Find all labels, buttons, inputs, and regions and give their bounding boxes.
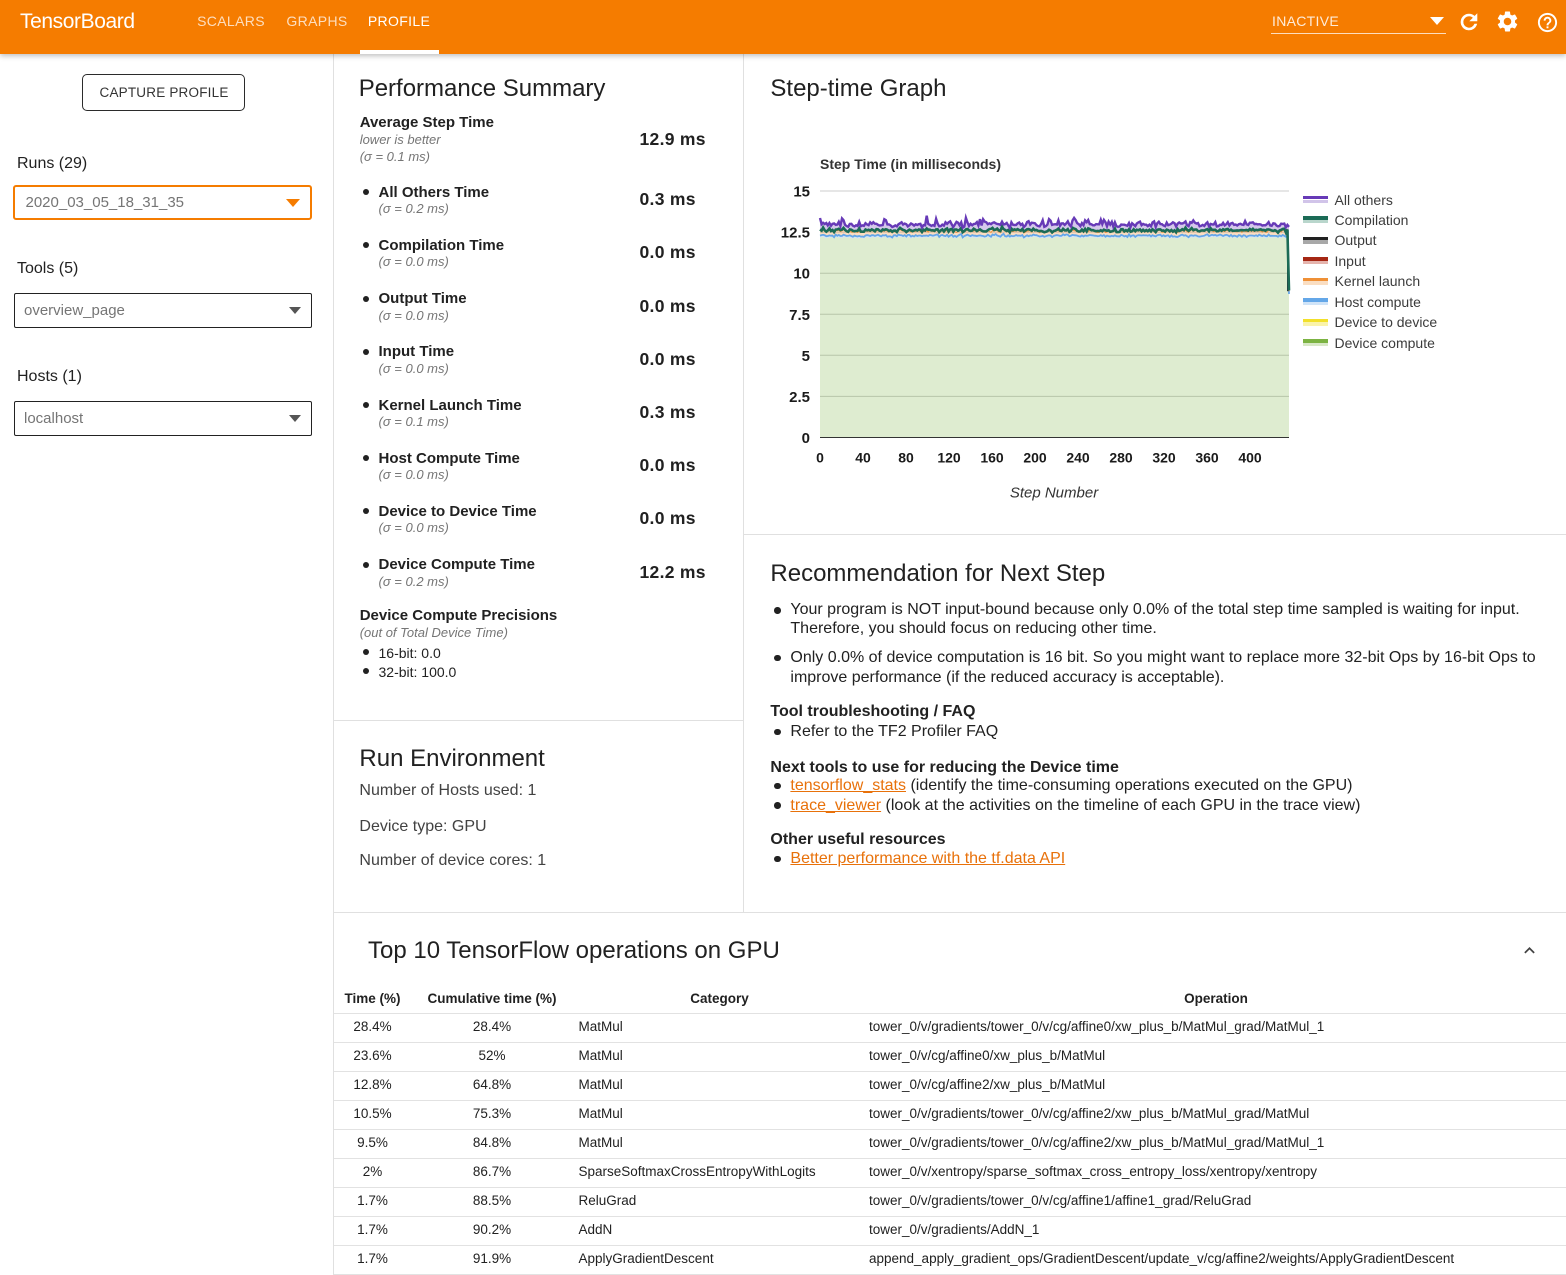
svg-text:320: 320	[1152, 450, 1176, 466]
svg-text:280: 280	[1109, 450, 1133, 466]
svg-text:2.5: 2.5	[789, 389, 810, 406]
svg-text:120: 120	[937, 450, 961, 466]
svg-text:0: 0	[816, 450, 824, 466]
svg-text:400: 400	[1238, 450, 1262, 466]
svg-text:Step Time (in milliseconds): Step Time (in milliseconds)	[820, 156, 1001, 172]
svg-text:80: 80	[898, 450, 914, 466]
svg-text:Step Number: Step Number	[1010, 485, 1099, 502]
svg-text:40: 40	[855, 450, 871, 466]
svg-text:7.5: 7.5	[789, 307, 810, 324]
svg-text:160: 160	[980, 450, 1004, 466]
svg-text:12.5: 12.5	[781, 225, 810, 242]
svg-text:10: 10	[793, 266, 810, 283]
svg-text:200: 200	[1023, 450, 1047, 466]
svg-text:5: 5	[802, 348, 810, 365]
svg-text:360: 360	[1195, 450, 1219, 466]
svg-text:15: 15	[793, 184, 810, 201]
svg-text:240: 240	[1066, 450, 1090, 466]
svg-text:0: 0	[802, 430, 810, 447]
